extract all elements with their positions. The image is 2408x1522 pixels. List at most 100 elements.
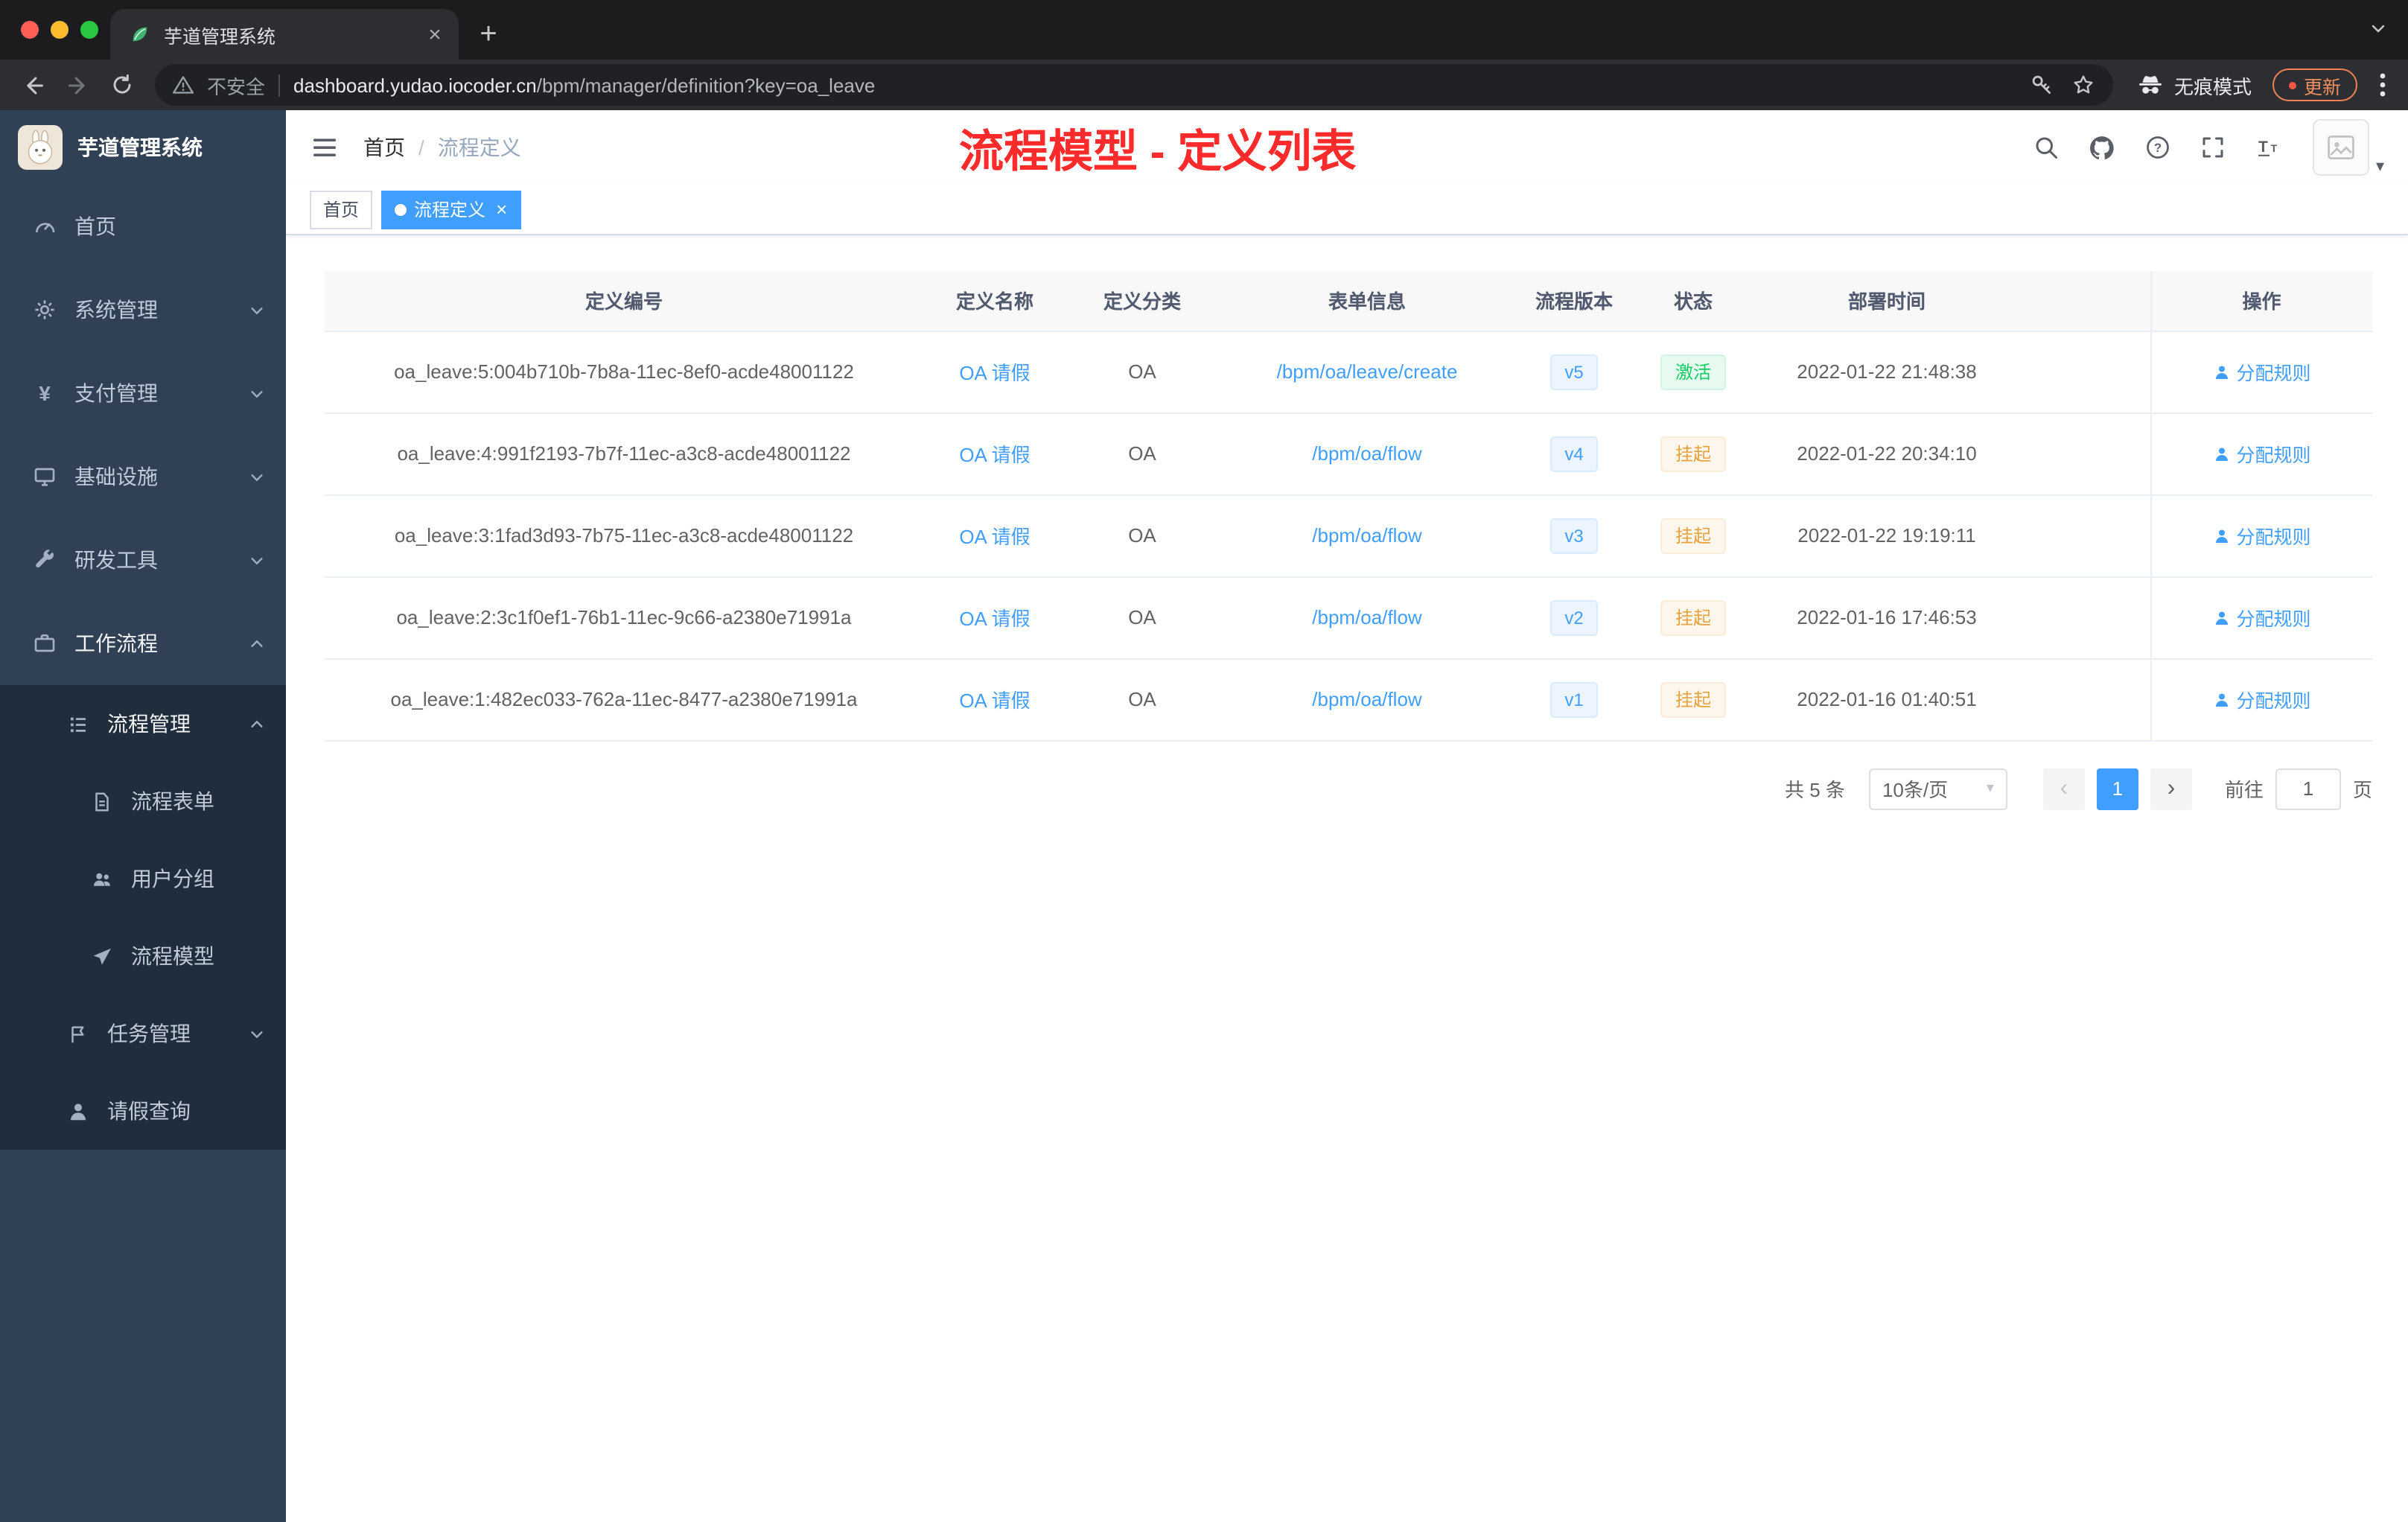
user-avatar[interactable]: ▾ bbox=[2313, 119, 2384, 176]
sidebar-item-payment[interactable]: ¥ 支付管理 bbox=[0, 351, 286, 435]
col-status: 状态 bbox=[1632, 271, 1754, 331]
sidebar: 芋道管理系统 首页 系统管理 ¥ 支付管理 基础设施 研发工具 工作流程 流程管… bbox=[0, 110, 286, 1522]
status-badge: 挂起 bbox=[1660, 599, 1726, 635]
svg-text:?: ? bbox=[2155, 141, 2162, 155]
form-info-link[interactable]: /bpm/oa/flow bbox=[1312, 688, 1421, 710]
goto-page-input[interactable] bbox=[2275, 768, 2341, 809]
browser-window: 芋道管理系统 × + 不安全 dashboard.yudao.iocoder.c… bbox=[0, 0, 2408, 1522]
browser-tab[interactable]: 芋道管理系统 × bbox=[110, 9, 459, 60]
search-icon[interactable] bbox=[2033, 134, 2060, 161]
fullscreen-icon[interactable] bbox=[2200, 134, 2227, 161]
app-logo[interactable]: 芋道管理系统 bbox=[0, 110, 286, 185]
definition-id: oa_leave:4:991f2193-7b7f-11ec-a3c8-acde4… bbox=[325, 413, 923, 495]
window-minimize-button[interactable] bbox=[51, 21, 69, 39]
new-tab-button[interactable]: + bbox=[468, 13, 509, 55]
github-icon[interactable] bbox=[2089, 133, 2117, 162]
tab-close-icon[interactable]: × bbox=[423, 22, 447, 47]
definition-name-link[interactable]: OA 请假 bbox=[959, 526, 1030, 548]
tag-home[interactable]: 首页 bbox=[310, 190, 373, 229]
bookmark-star-icon[interactable] bbox=[2071, 73, 2095, 97]
gear-icon bbox=[33, 298, 57, 322]
assign-rule-link[interactable]: 分配规则 bbox=[2212, 521, 2311, 550]
window-zoom-button[interactable] bbox=[80, 21, 98, 39]
definition-name-link[interactable]: OA 请假 bbox=[959, 444, 1030, 466]
sidebar-item-label: 流程表单 bbox=[131, 789, 214, 813]
tag-label: 首页 bbox=[323, 200, 360, 220]
version-badge: v2 bbox=[1549, 599, 1599, 635]
page-size-select[interactable]: 10条/页 ▾ bbox=[1868, 768, 2007, 809]
sidebar-item-infrastructure[interactable]: 基础设施 bbox=[0, 435, 286, 518]
reload-button[interactable] bbox=[101, 64, 143, 106]
sidebar-item-process-form[interactable]: 流程表单 bbox=[0, 762, 286, 840]
sidebar-item-task-management[interactable]: 任务管理 bbox=[0, 995, 286, 1072]
sidebar-item-process-management[interactable]: 流程管理 bbox=[0, 685, 286, 762]
monitor-icon bbox=[33, 465, 57, 488]
sidebar-item-user-group[interactable]: 用户分组 bbox=[0, 840, 286, 917]
prev-page-button[interactable]: ‹ bbox=[2042, 768, 2085, 809]
definition-name-link[interactable]: OA 请假 bbox=[959, 608, 1030, 630]
deploy-time: 2022-01-22 20:34:10 bbox=[1754, 413, 2019, 495]
incognito-icon bbox=[2137, 71, 2164, 98]
update-button[interactable]: 更新 bbox=[2272, 69, 2357, 101]
back-button[interactable] bbox=[12, 64, 54, 106]
sidebar-item-home[interactable]: 首页 bbox=[0, 185, 286, 268]
page-number-current[interactable]: 1 bbox=[2096, 768, 2138, 809]
col-definition-id: 定义编号 bbox=[325, 271, 923, 331]
sidebar-item-label: 流程模型 bbox=[131, 944, 214, 968]
sidebar-item-devtools[interactable]: 研发工具 bbox=[0, 518, 286, 602]
sidebar-item-label: 研发工具 bbox=[74, 548, 158, 572]
password-key-icon[interactable] bbox=[2030, 73, 2054, 97]
flag-icon bbox=[66, 1022, 89, 1045]
incognito-badge[interactable]: 无痕模式 bbox=[2125, 71, 2264, 99]
form-info-link[interactable]: /bpm/oa/leave/create bbox=[1277, 360, 1458, 383]
person-icon bbox=[2215, 692, 2228, 706]
form-info-link[interactable]: /bpm/oa/flow bbox=[1312, 442, 1421, 465]
sidebar-item-label: 请假查询 bbox=[107, 1099, 191, 1123]
tags-view: 首页 流程定义 × bbox=[286, 185, 2408, 235]
tab-favicon-icon bbox=[128, 22, 152, 46]
table-row: oa_leave:5:004b710b-7b8a-11ec-8ef0-acde4… bbox=[325, 331, 2372, 413]
browser-menu-kebab-icon[interactable] bbox=[2369, 73, 2396, 97]
users-icon bbox=[89, 867, 113, 891]
filler-cell bbox=[2019, 576, 2150, 659]
font-size-icon[interactable]: TT bbox=[2255, 134, 2285, 161]
definition-name-link[interactable]: OA 请假 bbox=[959, 362, 1030, 384]
form-info-link[interactable]: /bpm/oa/flow bbox=[1312, 606, 1421, 628]
assign-rule-link[interactable]: 分配规则 bbox=[2212, 685, 2311, 713]
document-icon bbox=[89, 789, 113, 813]
definition-id: oa_leave:2:3c1f0ef1-76b1-11ec-9c66-a2380… bbox=[325, 576, 923, 659]
tag-close-icon[interactable]: × bbox=[496, 200, 507, 219]
forward-button[interactable] bbox=[57, 64, 98, 106]
dashboard-icon bbox=[33, 214, 57, 238]
page-size-value: 10条/页 bbox=[1882, 779, 1949, 801]
chevron-down-icon bbox=[249, 468, 265, 485]
yen-icon: ¥ bbox=[39, 381, 51, 405]
sidebar-item-system[interactable]: 系统管理 bbox=[0, 268, 286, 351]
sidebar-item-process-model[interactable]: 流程模型 bbox=[0, 917, 286, 995]
tab-title: 芋道管理系统 bbox=[164, 26, 276, 47]
hamburger-icon[interactable] bbox=[310, 133, 340, 162]
assign-rule-link[interactable]: 分配规则 bbox=[2212, 439, 2311, 468]
form-info-link[interactable]: /bpm/oa/flow bbox=[1312, 524, 1421, 547]
tag-process-definition[interactable]: 流程定义 × bbox=[381, 190, 521, 229]
definition-name-link[interactable]: OA 请假 bbox=[959, 690, 1030, 712]
filler-cell bbox=[2019, 413, 2150, 495]
definition-id: oa_leave:1:482ec033-762a-11ec-8477-a2380… bbox=[325, 658, 923, 741]
deploy-time: 2022-01-16 01:40:51 bbox=[1754, 658, 2019, 741]
sidebar-item-leave-query[interactable]: 请假查询 bbox=[0, 1072, 286, 1150]
assign-rule-link[interactable]: 分配规则 bbox=[2212, 603, 2311, 631]
breadcrumb-home[interactable]: 首页 bbox=[363, 133, 405, 162]
tab-search-chevron-icon[interactable] bbox=[2369, 19, 2387, 37]
sidebar-item-workflow[interactable]: 工作流程 bbox=[0, 602, 286, 685]
tab-strip: 芋道管理系统 × + bbox=[0, 0, 2408, 60]
window-close-button[interactable] bbox=[21, 21, 39, 39]
help-icon[interactable]: ? bbox=[2145, 134, 2172, 161]
total-count: 共 5 条 bbox=[1785, 779, 1845, 801]
assign-rule-link[interactable]: 分配规则 bbox=[2212, 357, 2311, 386]
address-bar[interactable]: 不安全 dashboard.yudao.iocoder.cn/bpm/manag… bbox=[155, 64, 2113, 106]
next-page-button[interactable]: › bbox=[2150, 768, 2192, 809]
status-badge: 挂起 bbox=[1660, 436, 1726, 471]
goto-label: 前往 bbox=[2224, 779, 2264, 801]
main-area: 首页 / 流程定义 流程模型 - 定义列表 ? T T ▾ 首页 流程定义 × … bbox=[286, 110, 2408, 1522]
incognito-label: 无痕模式 bbox=[2173, 75, 2252, 98]
